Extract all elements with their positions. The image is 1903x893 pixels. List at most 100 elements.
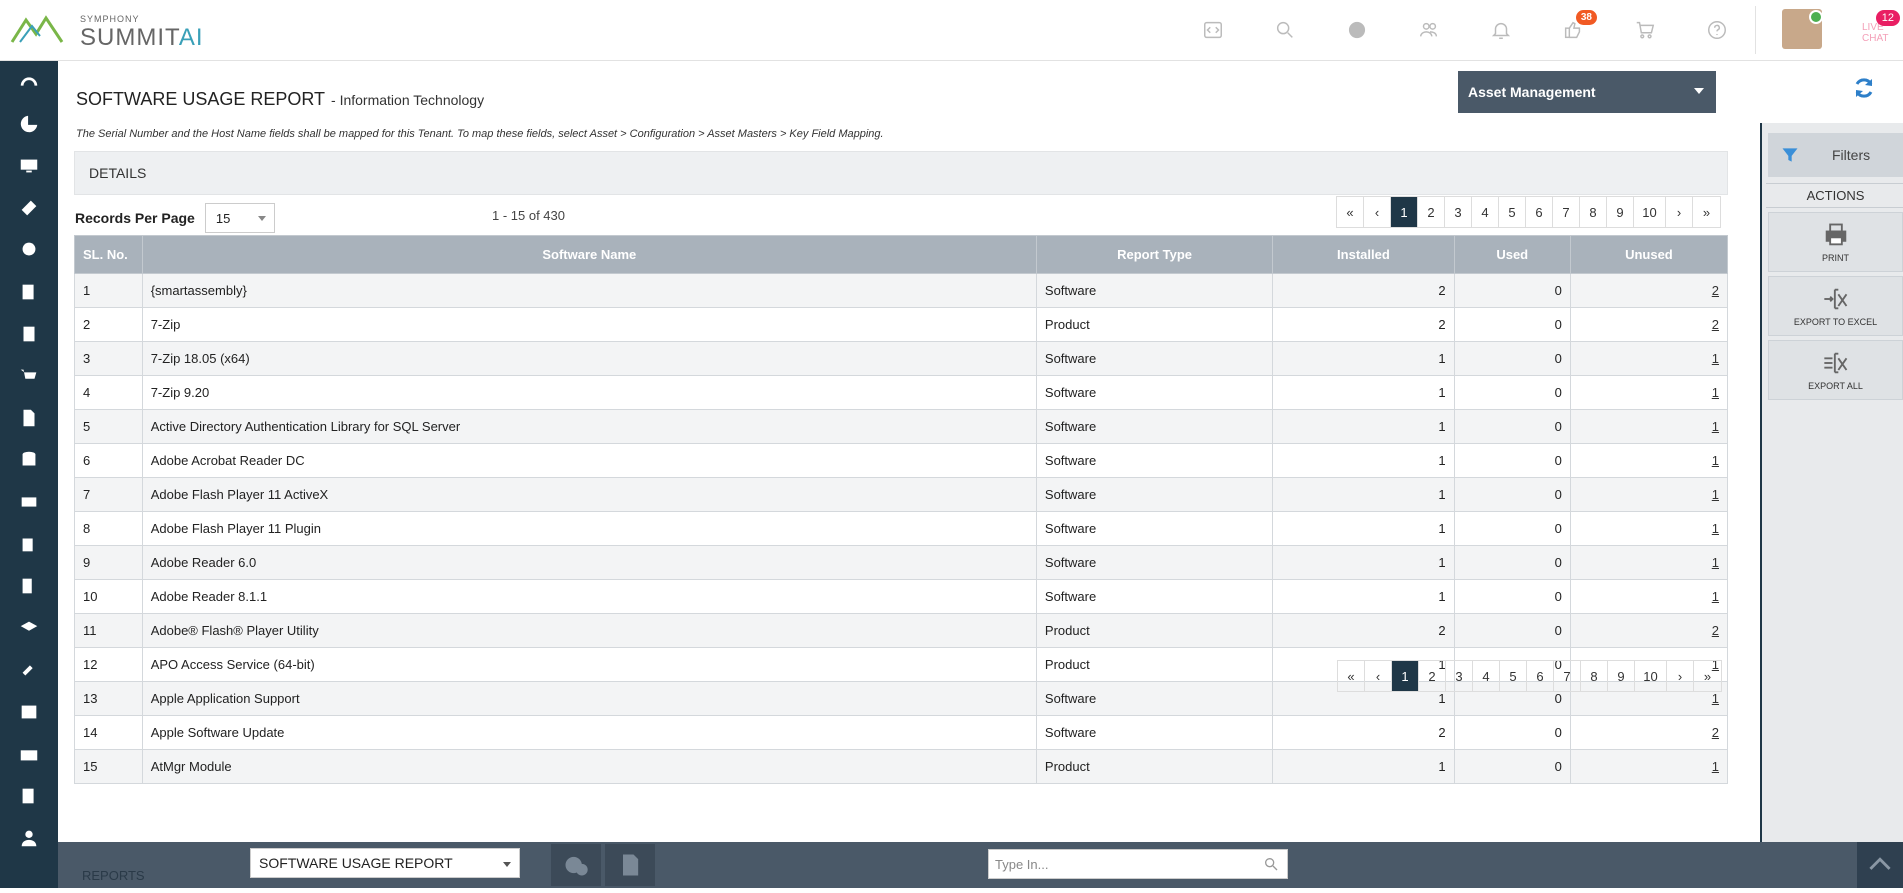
- module-dropdown[interactable]: Asset Management: [1458, 71, 1716, 113]
- transfer-icon[interactable]: [0, 565, 58, 607]
- cell-unused[interactable]: 1: [1569, 579, 1729, 614]
- page-link[interactable]: 2: [1418, 197, 1445, 227]
- report-scheduler-icon[interactable]: [551, 844, 601, 886]
- cell-unused[interactable]: 1: [1569, 749, 1729, 784]
- page-link[interactable]: 5: [1500, 661, 1527, 691]
- export-all-button[interactable]: EXPORT ALL: [1768, 340, 1903, 400]
- page-link[interactable]: 8: [1580, 197, 1607, 227]
- export-to-excel-button[interactable]: EXPORT TO EXCEL: [1768, 276, 1903, 336]
- database-icon[interactable]: [0, 439, 58, 481]
- table-row: 5 Active Directory Authentication Library…: [74, 409, 1729, 444]
- laptop-user-icon[interactable]: [0, 481, 58, 523]
- search-icon[interactable]: [1269, 16, 1301, 44]
- page-link[interactable]: 3: [1445, 197, 1472, 227]
- page-link[interactable]: «: [1337, 197, 1364, 227]
- page-link[interactable]: ‹: [1365, 661, 1392, 691]
- page-link[interactable]: 1: [1392, 661, 1419, 691]
- stack-icon[interactable]: [0, 607, 58, 649]
- edit-doc-icon[interactable]: [0, 523, 58, 565]
- page-link[interactable]: 6: [1526, 197, 1553, 227]
- page-link[interactable]: 2: [1419, 661, 1446, 691]
- headset-icon[interactable]: [0, 229, 58, 271]
- column-header-sl-no[interactable]: SL. No.: [74, 235, 143, 274]
- file-sign-icon[interactable]: [0, 397, 58, 439]
- globe-icon[interactable]: [1341, 16, 1373, 44]
- cell-used: 0: [1453, 273, 1571, 308]
- cart-icon[interactable]: [1629, 16, 1661, 44]
- print-button[interactable]: PRINT: [1768, 212, 1903, 272]
- monitor-icon[interactable]: [0, 145, 58, 187]
- filters-button[interactable]: Filters: [1768, 133, 1903, 177]
- code-icon[interactable]: [1197, 16, 1229, 44]
- ticket-icon[interactable]: [0, 187, 58, 229]
- page-link[interactable]: 7: [1554, 661, 1581, 691]
- cell-unused[interactable]: 1: [1569, 545, 1729, 580]
- page-link[interactable]: 1: [1391, 197, 1418, 227]
- page-link[interactable]: 3: [1446, 661, 1473, 691]
- cell-unused[interactable]: 2: [1569, 307, 1729, 342]
- clipboard-icon[interactable]: [0, 313, 58, 355]
- report-subtitle: - Information Technology: [331, 92, 485, 108]
- cart-nav-icon[interactable]: [0, 355, 58, 397]
- cell-unused[interactable]: 1: [1569, 511, 1729, 546]
- page-link[interactable]: 8: [1581, 661, 1608, 691]
- cell-unused[interactable]: 1: [1569, 443, 1729, 478]
- column-header-unused[interactable]: Unused: [1569, 235, 1729, 274]
- bell-icon[interactable]: [1485, 16, 1517, 44]
- avatar[interactable]: [1782, 9, 1822, 49]
- column-header-report-type[interactable]: Report Type: [1035, 235, 1274, 274]
- user-icon[interactable]: [0, 817, 58, 859]
- page-link[interactable]: ›: [1667, 661, 1694, 691]
- image-check-icon[interactable]: [0, 691, 58, 733]
- report-document-icon[interactable]: [605, 844, 655, 886]
- records-per-page-label: Records Per Page: [75, 210, 195, 226]
- page-link[interactable]: 7: [1553, 197, 1580, 227]
- page-link[interactable]: 6: [1527, 661, 1554, 691]
- dashboard-icon[interactable]: [0, 61, 58, 103]
- column-header-software-name[interactable]: Software Name: [141, 235, 1037, 274]
- report-settings-icon[interactable]: [0, 775, 58, 817]
- page-link[interactable]: »: [1693, 197, 1720, 227]
- page-link[interactable]: ‹: [1364, 197, 1391, 227]
- cell-unused[interactable]: 2: [1569, 273, 1729, 308]
- cell-unused[interactable]: 2: [1569, 613, 1729, 648]
- gavel-icon[interactable]: [0, 649, 58, 691]
- records-per-page-select[interactable]: 15: [204, 203, 275, 233]
- refresh-icon[interactable]: [1852, 76, 1876, 100]
- cell-unused[interactable]: 2: [1569, 715, 1729, 750]
- table-row: 10 Adobe Reader 8.1.1 Software 1 0 1: [74, 579, 1729, 614]
- table-row: 7 Adobe Flash Player 11 ActiveX Software 1 0…: [74, 477, 1729, 512]
- page-link[interactable]: 4: [1472, 197, 1499, 227]
- logo[interactable]: SYMPHONY SUMMITAI: [10, 12, 203, 51]
- search-icon[interactable]: [1263, 856, 1279, 872]
- pie-chart-icon[interactable]: [0, 103, 58, 145]
- briefcase-icon[interactable]: [0, 733, 58, 775]
- cell-unused[interactable]: 1: [1569, 341, 1729, 376]
- page-link[interactable]: 9: [1607, 197, 1634, 227]
- page-link[interactable]: 9: [1608, 661, 1635, 691]
- cell-unused[interactable]: 1: [1569, 409, 1729, 444]
- document-edit-icon[interactable]: [0, 271, 58, 313]
- cell-unused[interactable]: 1: [1569, 477, 1729, 512]
- page-link[interactable]: 4: [1473, 661, 1500, 691]
- column-header-used[interactable]: Used: [1453, 235, 1571, 274]
- page-link[interactable]: «: [1338, 661, 1365, 691]
- page-link[interactable]: ›: [1666, 197, 1693, 227]
- report-select[interactable]: SOFTWARE USAGE REPORT: [250, 848, 520, 878]
- live-chat-button[interactable]: LIVE CHAT 12: [1852, 10, 1900, 48]
- thumb-icon[interactable]: 38: [1557, 10, 1597, 44]
- report-search-input[interactable]: Type In...: [988, 849, 1288, 879]
- page-link[interactable]: 5: [1499, 197, 1526, 227]
- help-icon[interactable]: [1701, 16, 1733, 44]
- column-header-installed[interactable]: Installed: [1272, 235, 1455, 274]
- page-link[interactable]: 10: [1634, 197, 1666, 227]
- users-icon[interactable]: [1413, 16, 1445, 44]
- page-link[interactable]: 10: [1635, 661, 1667, 691]
- page-link[interactable]: »: [1694, 661, 1721, 691]
- search-placeholder: Type In...: [995, 857, 1049, 872]
- scroll-top-button[interactable]: [1857, 842, 1903, 888]
- cell-software-name: 7-Zip 18.05 (x64): [141, 341, 1037, 376]
- pagination-top: «‹ 1 2 3 4 5 6 7 8 9 10 ›»: [1336, 196, 1721, 228]
- cell-unused[interactable]: 1: [1569, 375, 1729, 410]
- chevron-down-icon: [257, 216, 266, 221]
